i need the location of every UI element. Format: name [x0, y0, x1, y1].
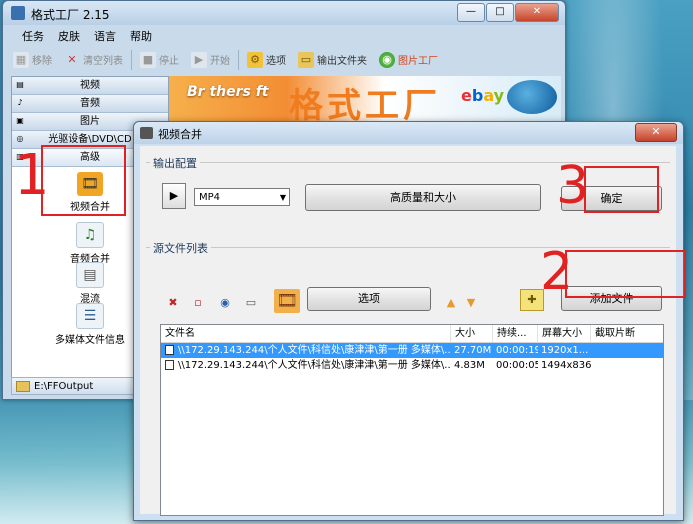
- minimize-button[interactable]: —: [457, 3, 485, 22]
- stop-button[interactable]: ■ 停止: [134, 48, 185, 72]
- film-clip-icon[interactable]: 🎞: [274, 289, 300, 313]
- annotation-box-2: [565, 250, 686, 298]
- dialog-icon: [140, 127, 153, 139]
- annotation-number-1: 1: [14, 143, 50, 208]
- dialog-title: 视频合并: [158, 128, 202, 141]
- group-divider: [146, 247, 670, 248]
- play-icon[interactable]: ◉: [218, 296, 232, 310]
- file-clip: [591, 358, 663, 373]
- file-icon: [165, 345, 174, 355]
- file-screen-size: 1920x1...: [541, 345, 589, 356]
- annotation-box-1: [41, 145, 126, 216]
- ebay-logo: ebay: [461, 86, 505, 105]
- list-header: 文件名 大小 持续... 屏幕大小 截取片断: [161, 325, 663, 343]
- output-path: E:\FFOutput: [34, 381, 94, 392]
- stop-icon: ■: [140, 51, 156, 68]
- dialog-title-bar: 视频合并 ✕: [134, 122, 683, 144]
- source-list-label: 源文件列表: [150, 240, 211, 256]
- menu-task[interactable]: 任务: [15, 25, 51, 45]
- audio-icon: ♪: [17, 98, 23, 107]
- group-divider: [146, 162, 670, 163]
- file-screen-size: 1494x836: [541, 360, 591, 371]
- toolbar-separator: [131, 49, 132, 70]
- remove-file-icon[interactable]: ▫: [191, 296, 205, 310]
- category-audio[interactable]: ♪ 音频: [12, 95, 168, 113]
- mux-icon: ▤: [76, 262, 104, 288]
- tool-mux[interactable]: ▤ 混流: [40, 262, 140, 305]
- output-folder-button[interactable]: ▭ 输出文件夹: [292, 48, 373, 72]
- file-duration: 00:00:05: [496, 360, 538, 371]
- annotation-number-2: 2: [540, 242, 574, 302]
- toolbar-separator: [238, 49, 239, 70]
- folder-icon: ▭: [298, 51, 314, 68]
- move-up-icon[interactable]: ▲: [444, 296, 458, 310]
- column-header-filename[interactable]: 文件名: [161, 325, 451, 342]
- options-button[interactable]: 选项: [307, 287, 431, 311]
- tool-media-info[interactable]: ☰ 多媒体文件信息: [40, 303, 140, 346]
- info-icon[interactable]: ▭: [244, 296, 258, 310]
- file-size: 4.83M: [454, 360, 485, 371]
- file-duration: 00:00:19: [496, 345, 538, 356]
- tool-audio-merge[interactable]: ♫ 音频合并: [40, 222, 140, 265]
- video-format-icon: ▶: [162, 183, 186, 209]
- title-bar: 格式工厂 2.15 — □ ✕: [3, 1, 565, 25]
- list-item[interactable]: \\172.29.143.244\个人文件\科信处\康津津\第一册 多媒体\..…: [161, 358, 663, 373]
- move-down-icon[interactable]: ▼: [464, 296, 478, 310]
- file-size: 27.70M: [454, 345, 492, 356]
- menu-bar: 任务 皮肤 语言 帮助: [3, 25, 565, 45]
- window-title: 格式工厂 2.15: [31, 8, 110, 22]
- picture-factory-icon: ◉: [379, 51, 395, 68]
- output-config-label: 输出配置: [150, 155, 200, 171]
- column-header-duration[interactable]: 持续...: [493, 325, 538, 342]
- annotation-number-3: 3: [556, 156, 590, 216]
- column-header-size[interactable]: 大小: [451, 325, 493, 342]
- close-button[interactable]: ✕: [515, 3, 559, 22]
- options-button[interactable]: ⚙ 选项: [241, 48, 292, 72]
- quality-size-button[interactable]: 高质量和大小: [305, 184, 541, 211]
- chevron-down-icon: ▼: [279, 193, 286, 202]
- gear-icon: ⚙: [247, 51, 263, 68]
- media-info-icon: ☰: [76, 303, 104, 329]
- file-icon: [165, 360, 174, 370]
- ad-banner[interactable]: Br thers ft 格式工厂 ebay: [169, 76, 561, 124]
- brand-text: 格式工厂: [289, 86, 441, 124]
- menu-skin[interactable]: 皮肤: [51, 25, 87, 45]
- file-name: \\172.29.143.244\个人文件\科信处\康津津\第一册 多媒体\..…: [178, 345, 451, 356]
- delete-icon[interactable]: ✖: [166, 296, 180, 310]
- menu-help[interactable]: 帮助: [123, 25, 159, 45]
- dialog-close-button[interactable]: ✕: [635, 123, 677, 142]
- folder-icon: [16, 381, 30, 392]
- maximize-button[interactable]: □: [486, 3, 514, 22]
- remove-icon: ▦: [13, 51, 29, 68]
- app-icon: [11, 6, 25, 20]
- brothersoft-logo: Br thers ft: [187, 84, 269, 100]
- globe-icon: [507, 80, 557, 114]
- annotation-box-3: [584, 166, 659, 213]
- video-icon: ▤: [16, 80, 24, 89]
- file-clip: [591, 343, 663, 358]
- file-name: \\172.29.143.244\个人文件\科信处\康津津\第一册 多媒体\..…: [178, 360, 451, 371]
- column-header-clip[interactable]: 截取片断: [591, 325, 663, 342]
- column-header-screen-size[interactable]: 屏幕大小: [538, 325, 591, 342]
- clear-icon: ✕: [67, 52, 77, 66]
- format-select[interactable]: MP4 ▼: [194, 188, 290, 206]
- start-icon: ▶: [191, 51, 207, 68]
- picture-icon: ▣: [16, 116, 24, 125]
- clear-list-button[interactable]: ✕ 清空列表: [58, 48, 129, 72]
- list-item[interactable]: \\172.29.143.244\个人文件\科信处\康津津\第一册 多媒体\..…: [161, 343, 663, 358]
- source-file-list[interactable]: 文件名 大小 持续... 屏幕大小 截取片断 \\172.29.143.244\…: [160, 324, 664, 516]
- remove-button[interactable]: ▦ 移除: [7, 48, 58, 72]
- start-button[interactable]: ▶ 开始: [185, 48, 236, 72]
- menu-language[interactable]: 语言: [87, 25, 123, 45]
- toolbar: ▦ 移除 ✕ 清空列表 ■ 停止 ▶ 开始 ⚙ 选项 ▭ 输出文件夹 ◉ 图片工…: [7, 46, 561, 73]
- picture-factory-button[interactable]: ◉ 图片工厂: [373, 48, 444, 72]
- category-video[interactable]: ▤ 视频: [12, 77, 168, 95]
- audio-merge-icon: ♫: [76, 222, 104, 248]
